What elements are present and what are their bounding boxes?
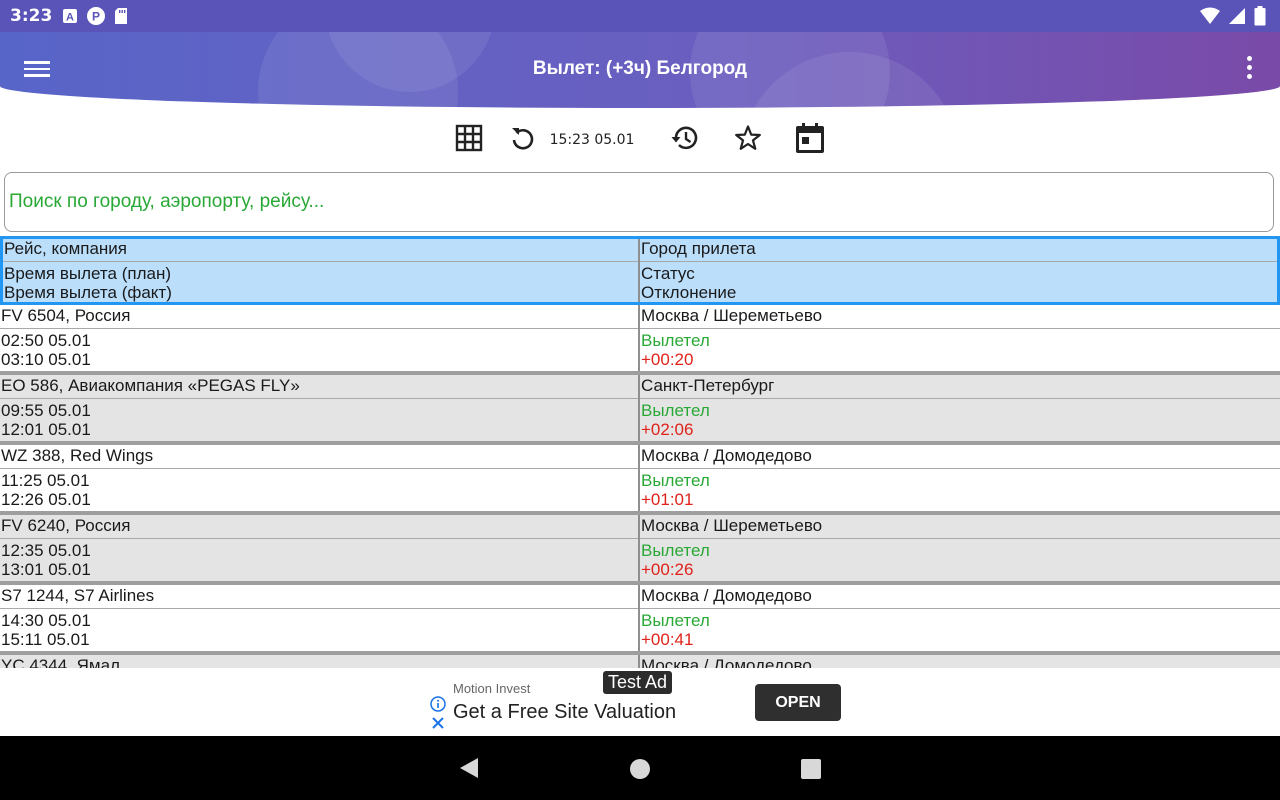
header-right-cell: Город прилета Статус Отклонение xyxy=(640,239,1277,302)
arrival-city: Санкт-Петербург xyxy=(640,375,1280,399)
departures-table: Рейс, компания Время вылета (план) Время… xyxy=(0,236,1280,668)
header-actual-time: Время вылета (факт) xyxy=(4,283,172,302)
search-box xyxy=(4,172,1274,232)
home-icon[interactable] xyxy=(629,758,651,785)
actual-time: 12:26 05.01 xyxy=(1,490,91,509)
flight-delay: +02:06 xyxy=(641,420,694,439)
table-row[interactable]: WZ 388, Red Wings 11:25 05.01 12:26 05.0… xyxy=(0,445,1280,515)
history-icon xyxy=(669,124,699,157)
arrival-city: Москва / Шереметьево xyxy=(640,515,1280,539)
flight-status: Вылетел xyxy=(641,401,710,420)
actual-time: 15:11 05.01 xyxy=(1,630,90,649)
page-title: Вылет: (+3ч) Белгород xyxy=(532,58,748,79)
table-row[interactable]: EO 586, Авиакомпания «PEGAS FLY» 09:55 0… xyxy=(0,375,1280,445)
flight-status: Вылетел xyxy=(641,471,710,490)
calendar-icon xyxy=(795,122,825,159)
flight-delay: +00:20 xyxy=(641,350,694,369)
planned-time: 12:35 05.01 xyxy=(1,541,91,560)
flight-company: S7 1244, S7 Airlines xyxy=(0,585,638,609)
ad-advertiser: Motion Invest xyxy=(453,681,531,696)
planned-time: 14:30 05.01 xyxy=(1,611,91,630)
table-header: Рейс, компания Время вылета (план) Время… xyxy=(0,236,1280,305)
svg-text:P: P xyxy=(92,10,100,24)
signal-icon xyxy=(1228,7,1246,30)
navigation-bar xyxy=(0,736,1280,800)
status-time: 3:23 xyxy=(10,6,53,26)
flight-company: FV 6504, Россия xyxy=(0,305,638,329)
flight-cell: YC 4344, Ямал xyxy=(0,655,640,668)
flight-cell: WZ 388, Red Wings 11:25 05.01 12:26 05.0… xyxy=(0,445,640,511)
header-flight-company: Рейс, компания xyxy=(3,239,638,262)
ad-headline[interactable]: Get a Free Site Valuation xyxy=(453,701,676,724)
header-arrival-city: Город прилета xyxy=(640,239,1277,262)
battery-icon xyxy=(1254,6,1266,31)
ad-banner[interactable]: Motion Invest Get a Free Site Valuation … xyxy=(427,669,853,736)
toolbar: 15:23 05.01 xyxy=(0,120,1280,160)
ad-info-icon[interactable] xyxy=(430,696,446,717)
more-options-icon[interactable] xyxy=(1246,56,1254,84)
status-bar: 3:23 A P xyxy=(0,0,1280,32)
search-input[interactable] xyxy=(5,173,1249,231)
ad-close-icon[interactable] xyxy=(430,715,446,736)
calendar-button[interactable] xyxy=(790,120,830,160)
app-bar: Вылет: (+3ч) Белгород xyxy=(0,32,1280,108)
actual-time: 12:01 05.01 xyxy=(1,420,91,439)
header-left-cell: Рейс, компания Время вылета (план) Время… xyxy=(3,239,640,302)
destination-cell: Москва / Шереметьево Вылетел +00:26 xyxy=(640,515,1280,581)
flight-company: FV 6240, Россия xyxy=(0,515,638,539)
actual-time: 13:01 05.01 xyxy=(1,560,91,579)
flight-status: Вылетел xyxy=(641,541,710,560)
flight-cell: S7 1244, S7 Airlines 14:30 05.01 15:11 0… xyxy=(0,585,640,651)
arrival-city: Москва / Домодедово xyxy=(640,585,1280,609)
arrival-city: Москва / Домодедово xyxy=(640,445,1280,469)
star-icon xyxy=(734,124,762,157)
flight-company: WZ 388, Red Wings xyxy=(0,445,638,469)
grid-icon xyxy=(455,124,483,157)
flight-company: EO 586, Авиакомпания «PEGAS FLY» xyxy=(0,375,638,399)
table-row[interactable]: FV 6240, Россия 12:35 05.01 13:01 05.01 … xyxy=(0,515,1280,585)
flight-cell: EO 586, Авиакомпания «PEGAS FLY» 09:55 0… xyxy=(0,375,640,441)
flight-status: Вылетел xyxy=(641,611,710,630)
table-row[interactable]: S7 1244, S7 Airlines 14:30 05.01 15:11 0… xyxy=(0,585,1280,655)
header-planned-time: Время вылета (план) xyxy=(4,264,171,283)
favorites-button[interactable] xyxy=(728,120,768,160)
planned-time: 02:50 05.01 xyxy=(1,331,91,350)
header-status: Статус xyxy=(641,264,695,283)
planned-time: 11:25 05.01 xyxy=(1,471,90,490)
flight-delay: +00:26 xyxy=(641,560,694,579)
header-deviation: Отклонение xyxy=(641,283,737,302)
arrival-city: Москва / Домодедово xyxy=(640,655,1280,668)
svg-text:A: A xyxy=(66,12,74,24)
test-ad-badge: Test Ad xyxy=(603,671,673,694)
ad-open-button[interactable]: OPEN xyxy=(755,684,841,721)
wifi-icon xyxy=(1200,7,1220,30)
table-row[interactable]: FV 6504, Россия 02:50 05.01 03:10 05.01 … xyxy=(0,305,1280,375)
flight-delay: +00:41 xyxy=(641,630,694,649)
table-row[interactable]: YC 4344, Ямал Москва / Домодедово xyxy=(0,655,1280,668)
sd-card-icon xyxy=(114,7,128,30)
flight-company: YC 4344, Ямал xyxy=(0,655,638,668)
grid-view-button[interactable] xyxy=(450,120,488,160)
flight-delay: +01:01 xyxy=(641,490,694,509)
arrival-city: Москва / Шереметьево xyxy=(640,305,1280,329)
destination-cell: Москва / Шереметьево Вылетел +00:20 xyxy=(640,305,1280,371)
a-notification-icon: A xyxy=(62,8,78,29)
destination-cell: Санкт-Петербург Вылетел +02:06 xyxy=(640,375,1280,441)
recents-icon[interactable] xyxy=(800,758,822,785)
planned-time: 09:55 05.01 xyxy=(1,401,91,420)
actual-time: 03:10 05.01 xyxy=(1,350,91,369)
last-update-time: 15:23 05.01 xyxy=(549,132,635,148)
flight-status: Вылетел xyxy=(641,331,710,350)
destination-cell: Москва / Домодедово Вылетел +00:41 xyxy=(640,585,1280,651)
history-button[interactable] xyxy=(664,120,704,160)
refresh-button[interactable] xyxy=(504,120,542,160)
p-notification-icon: P xyxy=(86,6,106,31)
destination-cell: Москва / Домодедово xyxy=(640,655,1280,668)
destination-cell: Москва / Домодедово Вылетел +01:01 xyxy=(640,445,1280,511)
back-icon[interactable] xyxy=(458,756,480,785)
refresh-icon xyxy=(509,124,537,157)
flight-cell: FV 6240, Россия 12:35 05.01 13:01 05.01 xyxy=(0,515,640,581)
flight-cell: FV 6504, Россия 02:50 05.01 03:10 05.01 xyxy=(0,305,640,371)
